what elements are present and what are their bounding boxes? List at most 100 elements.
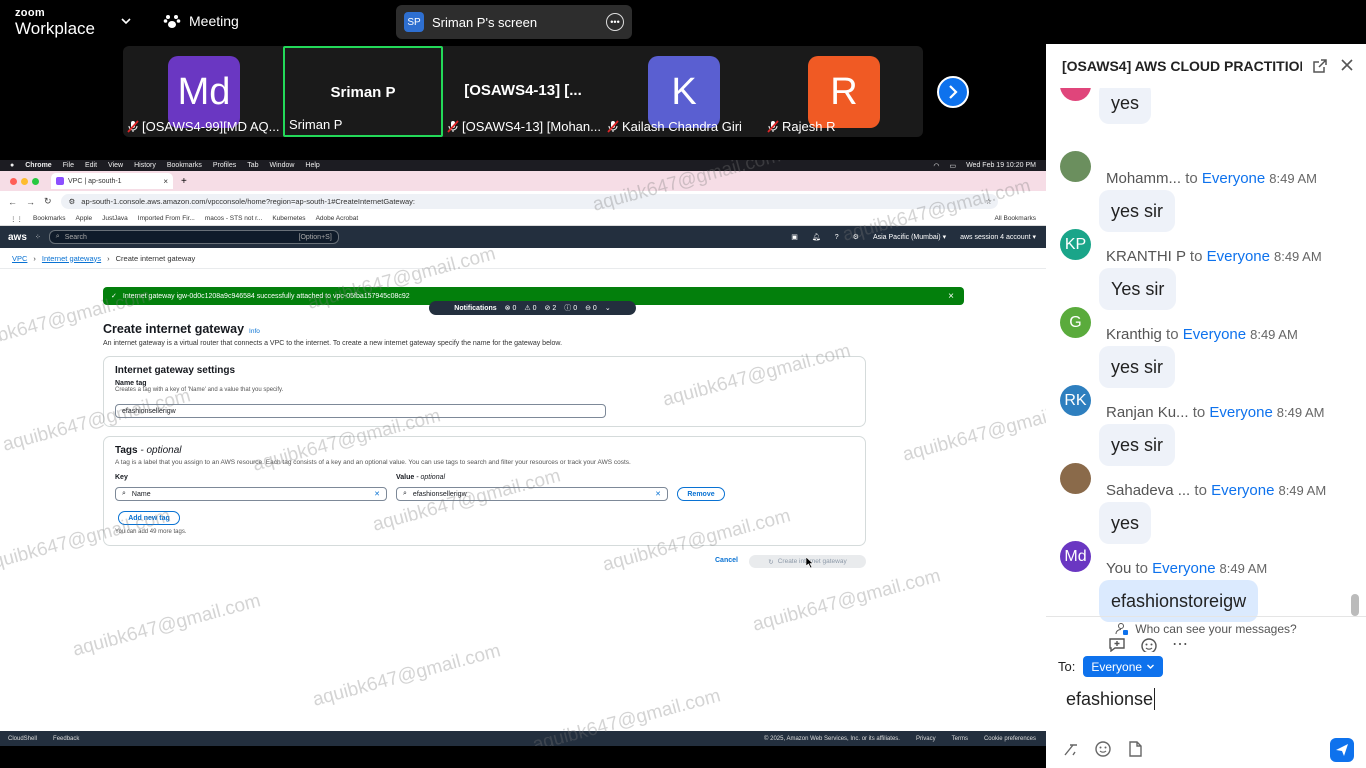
watermark: aquibk647@gmail.com	[310, 640, 503, 711]
watermark: aquibk647@gmail.com	[750, 565, 943, 636]
participant-tile-active[interactable]: Sriman P Sriman P	[283, 46, 443, 137]
aws-region: Asia Pacific (Mumbai) ▾	[872, 234, 947, 241]
more-options-icon[interactable]: •••	[606, 13, 624, 31]
message-visibility[interactable]: Who can see your messages?	[1046, 616, 1366, 640]
bookmark-item: macos - STS not r...	[204, 215, 263, 222]
tag-value-value: efashionsellerigw	[412, 490, 467, 498]
close-dot	[10, 177, 17, 185]
message-bubble: yes sir	[1099, 190, 1176, 232]
tab-title: VPC | ap-south-1	[68, 177, 122, 185]
flash-message: Internet gateway igw-0d0c1208a9c946584 s…	[122, 292, 410, 300]
sender-name: KRANTHI P	[1106, 248, 1186, 265]
sender-avatar: KP	[1060, 229, 1091, 260]
apps-grid-icon: ⋮⋮	[10, 215, 23, 223]
value-label: Value - optional	[396, 474, 445, 481]
message-bubble: yes	[1099, 502, 1152, 544]
recipient: Everyone	[1201, 170, 1266, 187]
mac-menu-item: Window	[269, 162, 295, 169]
to-word: to	[1135, 560, 1148, 577]
to-word: to	[1194, 482, 1207, 499]
services-grid-icon: ⁘	[34, 234, 41, 241]
file-icon[interactable]	[1126, 740, 1144, 758]
minimize-dot	[21, 177, 28, 185]
message-header: Kranthig to Everyone 8:49 AM	[1106, 326, 1298, 343]
cloudshell-link: CloudShell	[8, 735, 38, 742]
emoji-icon[interactable]	[1094, 740, 1112, 758]
breadcrumb-internet-gateways: Internet gateways	[41, 253, 102, 263]
url-text: ap-south-1.console.aws.amazon.com/vpccon…	[81, 197, 416, 206]
recipient: Everyone	[1206, 248, 1270, 265]
sender-name: You	[1106, 560, 1132, 577]
pop-out-icon[interactable]	[1312, 58, 1328, 74]
notif-count: 2	[552, 305, 557, 312]
message-header: Mohamm... to Everyone 8:49 AM	[1106, 170, 1317, 187]
participant-tile[interactable]: Md [OSAWS4-99][MD AQ...	[123, 46, 283, 137]
terms-link: Terms	[951, 735, 968, 742]
mac-menu-item: View	[108, 162, 124, 169]
value-label-text: Value	[396, 474, 415, 481]
brand-zoom: zoom	[15, 7, 45, 19]
message-bubble: yes sir	[1099, 424, 1176, 466]
tags-heading-text: Tags	[115, 445, 138, 456]
tags-description: A tag is a label that you assign to an A…	[115, 459, 631, 466]
message-time: 8:49 AM	[1250, 327, 1298, 342]
participant-tile[interactable]: R Rajesh R	[763, 46, 923, 137]
all-bookmarks: All Bookmarks	[994, 215, 1036, 222]
who-can-see-text: Who can see your messages?	[1135, 621, 1297, 636]
muted-mic-icon	[447, 120, 459, 133]
sender-name: Kranthig	[1106, 326, 1162, 343]
window-controls	[10, 177, 39, 185]
send-button[interactable]	[1330, 738, 1354, 762]
format-text-icon[interactable]	[1062, 740, 1080, 758]
cloudshell-icon: ▣	[791, 234, 798, 241]
shared-screen: ● Chrome File Edit View History Bookmark…	[0, 160, 1046, 746]
bookmark-item: Bookmarks	[33, 215, 66, 222]
tags-heading-optional: - optional	[137, 445, 182, 456]
address-bar-row: ← → ↻ ⚙ ap-south-1.console.aws.amazon.co…	[0, 191, 1046, 212]
message-header: Sahadeva ... to Everyone 8:49 AM	[1106, 482, 1326, 499]
chat-scrollbar[interactable]	[1351, 594, 1359, 616]
notif-count: 0	[592, 305, 597, 312]
sender-avatar	[1060, 151, 1091, 182]
participant-tile[interactable]: K Kailash Chandra Giri	[603, 46, 763, 137]
aws-search-placeholder: Search	[64, 233, 87, 241]
chat-input[interactable]: efashionse	[1066, 688, 1156, 710]
muted-mic-icon	[767, 120, 779, 133]
participant-name: Kailash Chandra Giri	[622, 119, 742, 134]
share-label: Sriman P's screen	[432, 14, 538, 30]
search-icon: ⌕	[403, 490, 407, 497]
participant-name: [OSAWS4-99][MD AQ...	[142, 119, 280, 134]
to-word: to	[1185, 170, 1198, 187]
mac-menu-item: Edit	[84, 162, 98, 169]
participant-avatar: R	[808, 56, 880, 128]
message-bubble: Yes sir	[1099, 268, 1177, 310]
bookmark-star-icon: ☆	[985, 197, 992, 206]
chat-panel: [OSAWS4] AWS CLOUD PRACTITION... yes Moh…	[1046, 44, 1366, 768]
notif-count: 0	[512, 305, 517, 312]
participant-tile[interactable]: [OSAWS4-13] [... [OSAWS4-13] [Mohan...	[443, 46, 603, 137]
spinner-icon: ↻	[768, 558, 774, 566]
to-word: to	[1189, 248, 1203, 265]
participant-name: Sriman P	[289, 117, 343, 132]
search-icon: ⌕	[122, 490, 126, 497]
meeting-button[interactable]: Meeting	[163, 13, 239, 29]
screen-share-indicator[interactable]: SP Sriman P's screen •••	[396, 5, 632, 39]
notifications-label: Notifications	[454, 304, 497, 312]
next-page-button[interactable]	[937, 76, 969, 108]
meeting-label: Meeting	[189, 13, 239, 29]
recipient-dropdown[interactable]: Everyone	[1083, 656, 1164, 677]
mouse-cursor-icon	[806, 557, 814, 568]
chat-messages: yes Mohamm... to Everyone 8:49 AM yes sir…	[1046, 88, 1366, 652]
settings-card: Internet gateway settings Name tag Creat…	[103, 356, 866, 427]
message-header: You to Everyone 8:49 AM	[1106, 560, 1267, 577]
bookmarks-bar: ⋮⋮ Bookmarks Apple JustJava Imported Fro…	[0, 212, 1046, 226]
sender-avatar	[1060, 88, 1091, 101]
tags-heading: Tags - optional	[115, 445, 865, 456]
info-link: Info	[249, 328, 260, 335]
composer-tools	[1062, 740, 1144, 758]
name-tag-label: Name tag	[115, 380, 147, 387]
close-icon[interactable]	[1340, 58, 1354, 72]
check-circle-icon: ✓	[111, 293, 117, 300]
chevron-down-icon[interactable]	[120, 15, 132, 27]
recipient-value: Everyone	[1091, 659, 1143, 674]
